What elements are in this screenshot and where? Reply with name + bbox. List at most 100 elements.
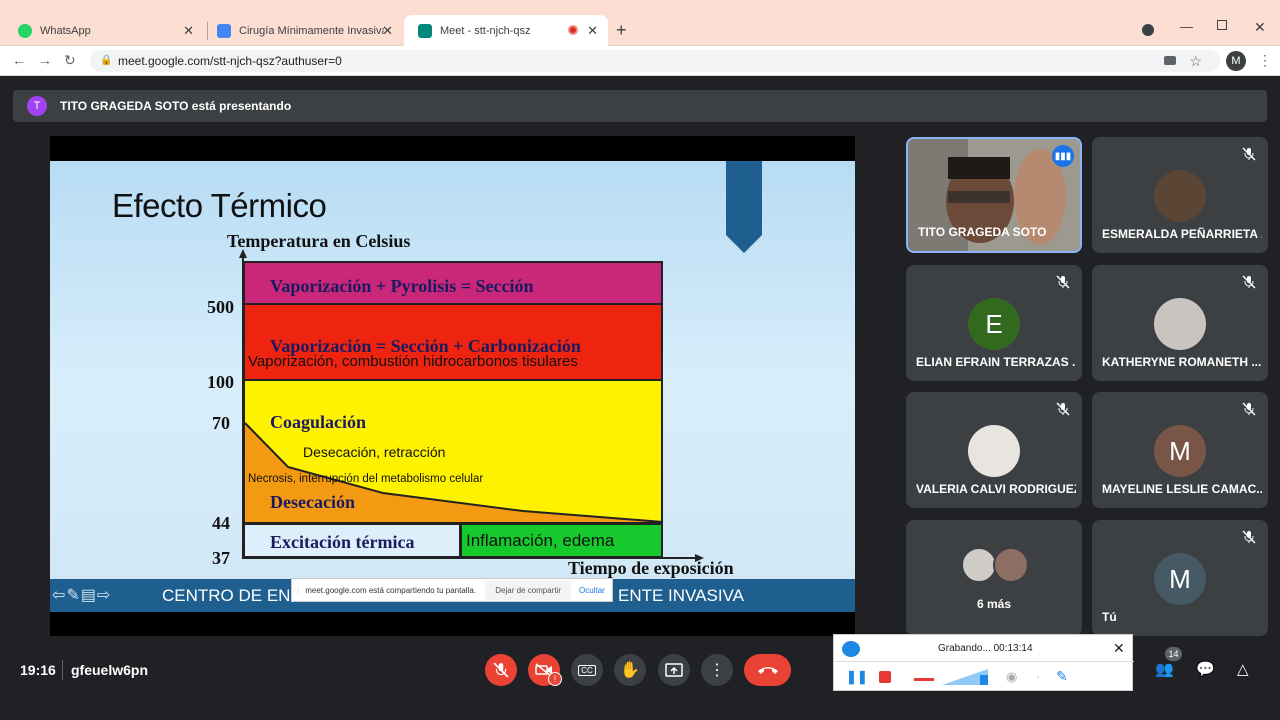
participant-name: Tú (1102, 610, 1117, 624)
recording-dot-icon (568, 25, 578, 35)
screen-share-notice: ⁞ meet.google.com está compartiendo tu p… (291, 578, 613, 602)
new-tab-icon[interactable]: + (616, 20, 627, 41)
participant-count-badge: 14 (1165, 647, 1182, 661)
recorder-logo-icon (842, 641, 860, 657)
pause-icon[interactable]: ❚❚ (846, 669, 868, 685)
zone-label-coagulation: Coagulación (270, 412, 367, 432)
zone-label-necrosis: Necrosis, interrupción del metabolismo c… (248, 473, 484, 485)
footer-text-right: ENTE INVASIVA (618, 586, 744, 605)
url-text: meet.google.com/stt-njch-qsz?authuser=0 (118, 54, 342, 68)
tab-cirugia[interactable]: Cirugía Mínimamente Invasiva Te ✕ (203, 15, 403, 46)
presentation-slide: Efecto Térmico Temperatura en Celsius 50… (50, 161, 855, 612)
hand-icon: ✋ (620, 662, 640, 679)
zone-label-desiccation: Desecación (270, 492, 355, 512)
chart-axes (239, 249, 704, 562)
zone-label-pyrolysis: Vaporización + Pyrolisis = Sección (270, 276, 534, 296)
volume-slider[interactable] (942, 665, 988, 687)
zone-label-inflammation: Inflamación, edema (466, 531, 615, 550)
minimize-icon[interactable]: — (1180, 19, 1193, 34)
present-screen-icon (665, 663, 683, 677)
hide-button[interactable]: Ocultar (575, 581, 609, 600)
participants-button[interactable]: 👥 14 (1155, 647, 1182, 678)
hang-up-icon (757, 667, 778, 674)
meeting-code: gfeuelw6pn (71, 662, 149, 678)
tick-label: 500 (207, 297, 234, 317)
tick-label: 100 (207, 372, 234, 392)
more-participants-tile[interactable]: 6 más (906, 520, 1082, 636)
meeting-time: 19:16 (20, 662, 56, 678)
close-icon[interactable]: ✕ (587, 23, 598, 39)
shapes-icon: △ (1237, 661, 1249, 678)
lock-icon: 🔒 (100, 55, 113, 66)
mic-off-icon (493, 662, 509, 678)
tab-meet[interactable]: Meet - stt-njch-qsz ✕ (404, 15, 608, 46)
share-notice-text: meet.google.com está compartiendo tu pan… (305, 585, 477, 595)
maximize-icon[interactable] (1217, 20, 1227, 30)
volume-wave-icon (942, 669, 988, 685)
pen-icon[interactable]: ✎ (1056, 668, 1068, 685)
slide-title: Efecto Térmico (112, 187, 327, 224)
zone-label-excitation: Excitación térmica (270, 532, 415, 552)
self-tile[interactable]: M Tú (1092, 520, 1268, 636)
star-icon[interactable]: ☆ (1189, 50, 1202, 72)
chat-icon: 💬 (1196, 661, 1215, 678)
whatsapp-icon (18, 23, 32, 38)
presenting-banner: T TITO GRAGEDA SOTO está presentando (13, 90, 1267, 122)
tab-label: Cirugía Mínimamente Invasiva Te (239, 24, 384, 37)
participant-name: MAYELINE LESLIE CAMAC... (1102, 482, 1262, 496)
webcam-icon[interactable]: ◉ (1006, 669, 1017, 685)
participant-tile[interactable]: VALERIA CALVI RODRIGUEZ (906, 392, 1082, 508)
window-close-icon[interactable]: ✕ (1254, 19, 1266, 36)
speaking-icon: ▮▮▮ (1052, 145, 1074, 167)
raise-hand-button[interactable]: ✋ (614, 654, 646, 686)
camera-toggle-button[interactable]: ! (528, 654, 562, 686)
stop-icon[interactable] (879, 671, 891, 683)
avatar: M (1154, 425, 1206, 477)
camera-blocked-icon[interactable] (1164, 56, 1176, 65)
slide-nav-icons[interactable]: ⇦✎▤⇨ (52, 585, 111, 605)
participant-tile[interactable]: ESMERALDA PEÑARRIETA ... (1092, 137, 1268, 253)
chat-button[interactable]: 💬 (1196, 660, 1215, 678)
mic-off-icon (1242, 275, 1256, 289)
url-input[interactable]: 🔒 meet.google.com/stt-njch-qsz?authuser=… (90, 50, 1220, 72)
tab-label: Meet - stt-njch-qsz (440, 24, 531, 37)
participant-tile[interactable]: E ELIAN EFRAIN TERRAZAS ... (906, 265, 1082, 381)
chrome-menu-down-icon[interactable] (1142, 24, 1154, 36)
tab-whatsapp[interactable]: WhatsApp ✕ (4, 15, 204, 46)
captions-button[interactable]: CC (571, 654, 603, 686)
more-options-button[interactable]: ⋮ (701, 654, 733, 686)
participant-tile[interactable]: KATHERYNE ROMANETH ... (1092, 265, 1268, 381)
meet-icon (418, 23, 432, 38)
mic-off-icon (1242, 530, 1256, 544)
bookmark-ribbon (726, 161, 762, 253)
zone-sublabel-coagulation: Desecación, retracción (303, 444, 446, 460)
present-now-button[interactable] (658, 654, 690, 686)
close-icon[interactable]: ✕ (382, 23, 393, 39)
profile-avatar[interactable]: M (1226, 51, 1246, 71)
people-icon: 👥 (1155, 661, 1174, 678)
leave-call-button[interactable] (744, 654, 791, 686)
more-vert-icon: ⋮ (709, 662, 725, 679)
presenting-text: TITO GRAGEDA SOTO está presentando (60, 99, 292, 113)
mic-off-icon (1056, 275, 1070, 289)
mic-toggle-button[interactable] (485, 654, 517, 686)
footer-text-left: CENTRO DE EN (162, 586, 291, 605)
avatar: M (1154, 553, 1206, 605)
close-icon[interactable]: ✕ (1113, 640, 1125, 657)
mic-off-icon (1056, 402, 1070, 416)
drag-handle-icon[interactable]: ⁞ (297, 586, 299, 595)
avatar (1154, 298, 1206, 350)
closed-captions-icon: CC (578, 664, 596, 676)
stop-sharing-button[interactable]: Dejar de compartir (485, 580, 572, 600)
close-icon[interactable]: ✕ (183, 23, 194, 39)
more-vert-icon[interactable]: ⋮ (1258, 52, 1272, 69)
audio-level-icon: ▬▬ (914, 673, 934, 684)
zone-sublabel-carbonization: Vaporización, combustión hidrocarbonos t… (248, 353, 578, 370)
participant-tile[interactable]: M MAYELINE LESLIE CAMAC... (1092, 392, 1268, 508)
tick-label: 44 (212, 513, 230, 533)
recording-status: Grabando... 00:13:14 (938, 643, 1033, 654)
alert-icon: ! (548, 672, 562, 686)
avatar: E (968, 298, 1020, 350)
activities-button[interactable]: △ (1237, 660, 1249, 678)
participant-tile-speaker[interactable]: ▮▮▮ TITO GRAGEDA SOTO (906, 137, 1082, 253)
